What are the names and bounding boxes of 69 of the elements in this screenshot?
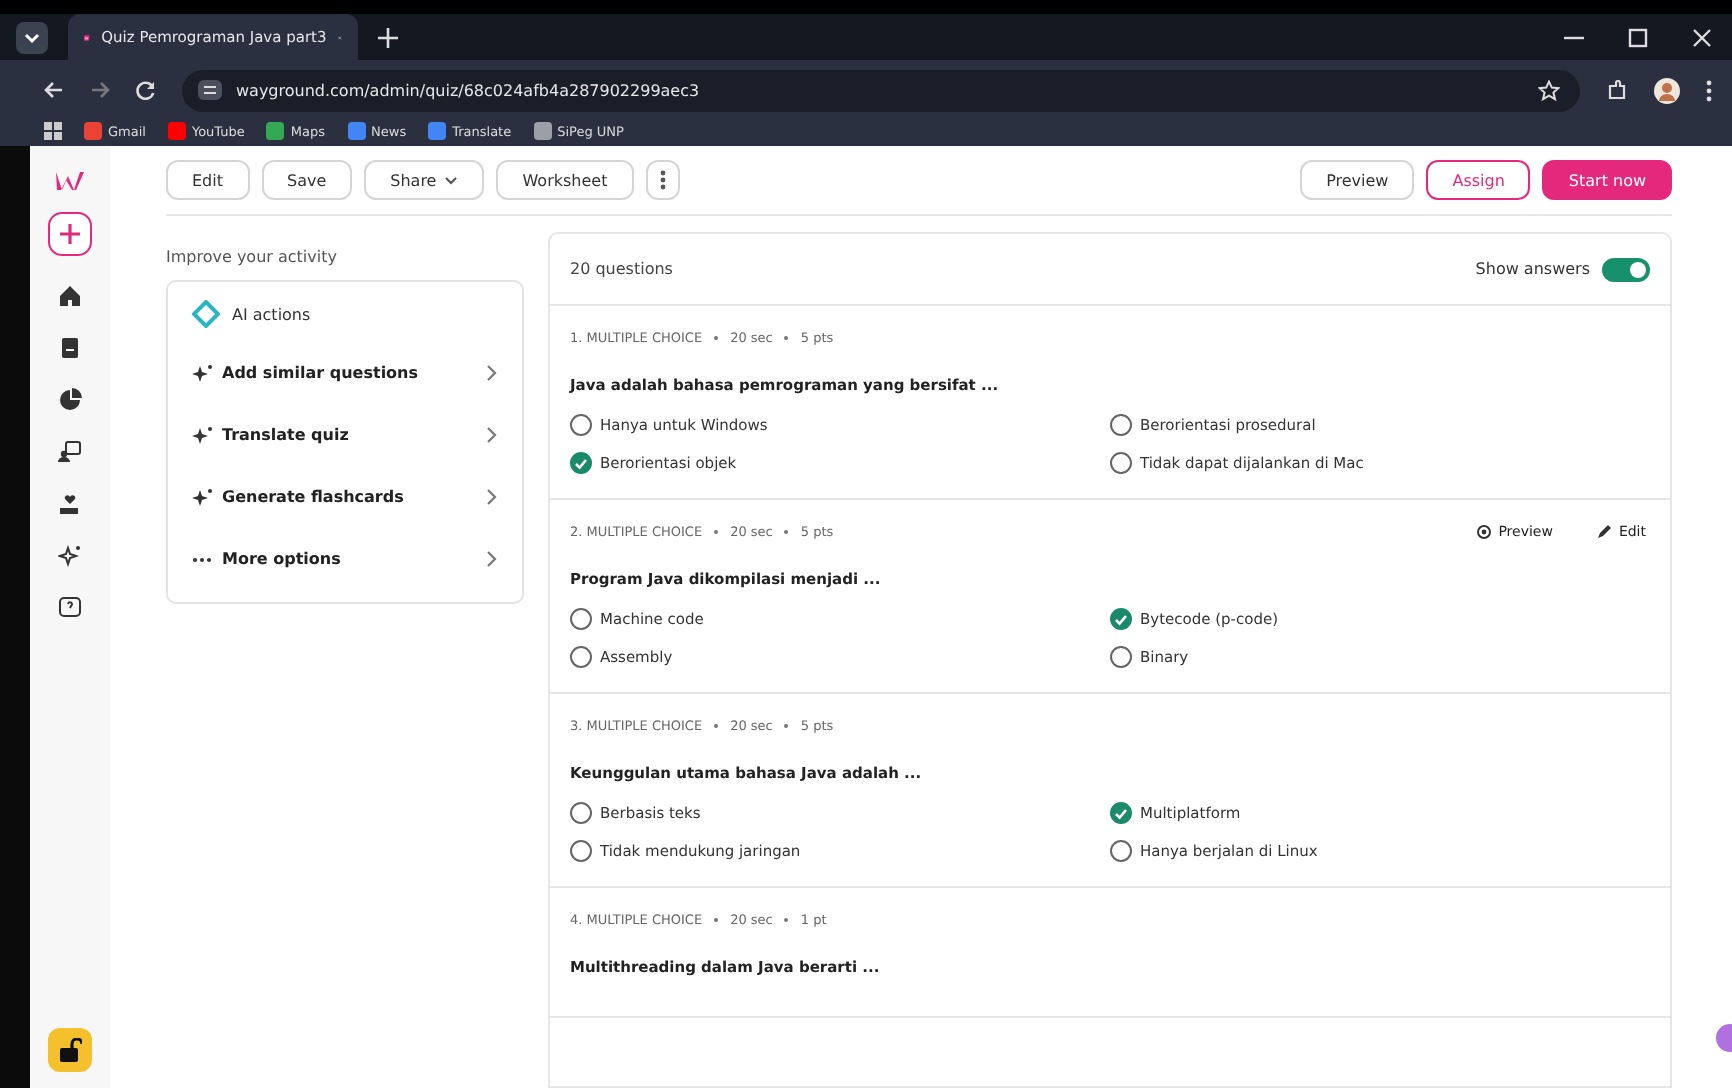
sparkle-icon[interactable] <box>58 544 82 568</box>
separator-dot <box>714 918 719 922</box>
book-icon[interactable] <box>58 336 82 360</box>
separator-dot <box>784 336 789 340</box>
chevron-right-icon <box>486 550 498 568</box>
separator-dot <box>714 530 719 534</box>
sparkle-icon <box>192 363 212 383</box>
bookmark-icon <box>266 122 285 140</box>
toolbar-button[interactable]: Edit <box>166 160 249 200</box>
diamond-icon <box>192 300 220 328</box>
presentation-icon[interactable] <box>58 440 82 464</box>
toolbar-button[interactable]: Share <box>364 160 485 200</box>
bookmark-icon <box>84 122 102 140</box>
pencil-icon <box>1596 524 1613 540</box>
star-icon[interactable] <box>1538 79 1560 101</box>
help-icon[interactable] <box>58 596 82 620</box>
separator-dot <box>784 918 789 922</box>
sparkle-icon <box>192 487 212 507</box>
bookmark-icon <box>167 122 186 140</box>
profile-avatar-icon[interactable] <box>1654 77 1680 103</box>
toggle-label: Show answers <box>1475 260 1590 278</box>
maximize-icon[interactable] <box>1628 27 1648 47</box>
more-button[interactable] <box>645 160 680 200</box>
ai-action-item[interactable]: Add similar questions <box>192 342 498 404</box>
show-answers-toggle[interactable] <box>1602 257 1650 281</box>
url-text: wayground.com/admin/quiz/68c024afb4a287902299aec3 <box>236 81 700 99</box>
hand-heart-icon[interactable] <box>58 492 82 516</box>
ai-action-item[interactable]: Generate flashcards <box>192 466 498 528</box>
create-button[interactable] <box>48 212 92 256</box>
forward-icon[interactable] <box>90 80 110 100</box>
question-count: 20 questions <box>570 260 673 278</box>
chevron-right-icon <box>486 426 498 444</box>
toolbar-button[interactable]: Save <box>261 160 353 200</box>
toolbar-button[interactable]: Worksheet <box>496 160 634 200</box>
ai-action-item[interactable]: Translate quiz <box>192 404 498 466</box>
ai-action-item[interactable]: More options <box>192 528 498 590</box>
menu-icon[interactable] <box>1706 79 1712 101</box>
sparkle-icon <box>192 425 212 445</box>
separator-dot <box>784 724 789 728</box>
separator-dot <box>714 724 719 728</box>
extensions-icon[interactable] <box>1606 79 1628 101</box>
plus-icon <box>60 224 80 244</box>
bookmark-icon <box>347 122 366 140</box>
unlock-button[interactable] <box>48 1028 92 1072</box>
tab-menu-icon[interactable] <box>16 21 48 53</box>
close-window-icon[interactable] <box>1692 27 1712 47</box>
new-tab-icon[interactable] <box>378 27 398 47</box>
lock-icon <box>58 1038 82 1062</box>
toolbar-button[interactable]: Preview <box>1300 160 1415 200</box>
separator-dot <box>714 336 719 340</box>
back-icon[interactable] <box>44 80 64 100</box>
separator-dot <box>784 530 789 534</box>
pie-chart-icon[interactable] <box>58 388 82 412</box>
panel-title: AI actions <box>232 305 311 323</box>
chevron-right-icon <box>486 364 498 382</box>
apps-icon[interactable] <box>44 122 62 140</box>
more-icon <box>659 170 666 190</box>
site-settings-icon[interactable] <box>198 80 222 100</box>
chevron-right-icon <box>486 488 498 506</box>
reload-icon[interactable] <box>136 80 156 100</box>
bookmark-icon <box>533 122 552 140</box>
app-logo-icon[interactable] <box>54 166 86 190</box>
address-bar[interactable]: wayground.com/admin/quiz/68c024afb4a287902299aec3 <box>182 69 1580 111</box>
home-icon[interactable] <box>58 284 82 308</box>
start-button[interactable]: Start now <box>1542 160 1672 200</box>
section-heading: Improve your activity <box>166 248 339 266</box>
toolbar-button[interactable]: Assign <box>1426 160 1531 200</box>
bookmark-icon <box>428 122 447 140</box>
caret-down-icon <box>444 175 459 185</box>
